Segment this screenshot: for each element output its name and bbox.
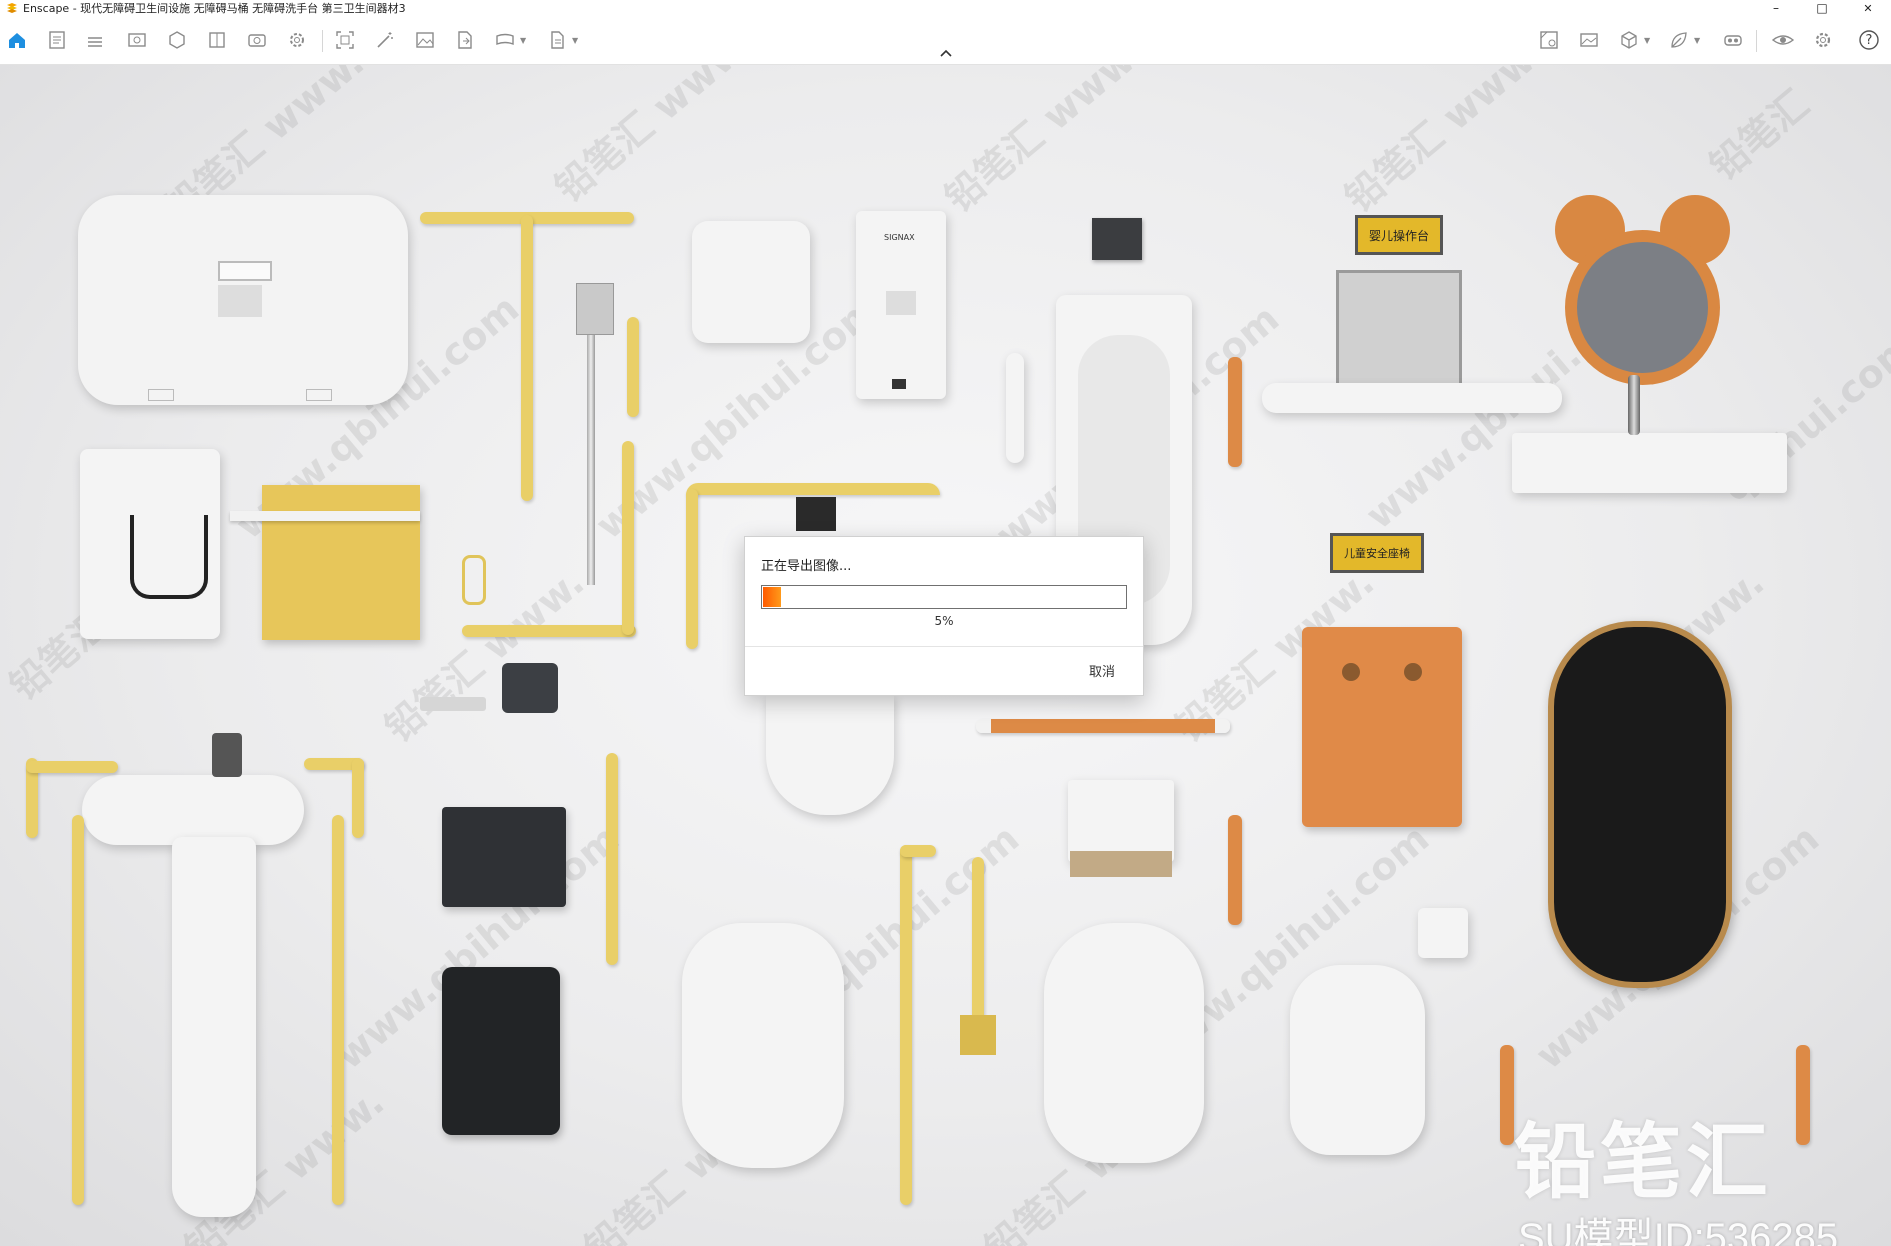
- mickey-mirror: [1555, 195, 1730, 410]
- screenshot-icon[interactable]: [334, 29, 356, 51]
- grab-bar-2-top: [900, 845, 936, 857]
- sensor-panel: [1092, 218, 1142, 260]
- l-grab-bar-side: [622, 441, 634, 635]
- map-icon[interactable]: [1538, 29, 1560, 51]
- eye-view-icon[interactable]: [126, 29, 148, 51]
- maximize-button[interactable]: □: [1799, 0, 1845, 16]
- chevron-down-icon[interactable]: ▼: [1694, 36, 1700, 45]
- progress-bar: [761, 585, 1127, 609]
- hand-dryer-signax: SIGNAX: [856, 211, 946, 399]
- visibility-icon[interactable]: [1772, 29, 1794, 51]
- grab-bar-orange-vertical: [1228, 815, 1242, 925]
- progress-percent: 5%: [934, 614, 954, 628]
- toilet-paper-box: [1068, 780, 1174, 862]
- leaf-icon[interactable]: [1668, 29, 1690, 51]
- toilet-3: [1290, 965, 1425, 1155]
- paper-towel-dispenser: [442, 807, 566, 907]
- collapse-toolbar-chevron-icon[interactable]: [936, 48, 956, 62]
- sink-faucet: [212, 733, 242, 777]
- model-id-label: SU模型ID:536285: [1518, 1216, 1839, 1246]
- grab-bar-short: [627, 317, 639, 417]
- shower-head: [576, 283, 614, 335]
- grab-bar-orange-bottom-left: [1500, 1045, 1514, 1145]
- child-safety-seat: [1302, 627, 1462, 827]
- help-icon[interactable]: ?: [1858, 29, 1880, 51]
- chevron-down-icon[interactable]: ▼: [572, 36, 578, 45]
- export-file-icon[interactable]: [454, 29, 476, 51]
- render-wand-icon[interactable]: [374, 29, 396, 51]
- vertical-grab-bar-2: [900, 845, 912, 1205]
- gear-icon[interactable]: [1812, 29, 1834, 51]
- baby-station-tray: [1262, 383, 1562, 413]
- fold-bar-mount: [960, 1015, 996, 1055]
- faucet: [1628, 375, 1640, 435]
- camera-views-icon[interactable]: [246, 29, 268, 51]
- seat-bracket: [230, 511, 420, 521]
- chevron-down-icon[interactable]: ▼: [1644, 36, 1650, 45]
- bim-icon[interactable]: [84, 29, 106, 51]
- soap-dish: [420, 697, 486, 711]
- baby-changing-station: [78, 195, 408, 405]
- sink-rail-left-leg: [72, 815, 84, 1205]
- settings-gear-icon[interactable]: [286, 29, 308, 51]
- seat-strap: [130, 515, 208, 599]
- minimize-button[interactable]: –: [1753, 0, 1799, 16]
- sign-child-seat: 儿童安全座椅: [1330, 533, 1424, 573]
- brand-watermark: 铅笔汇: [1514, 1115, 1773, 1210]
- sign-baby-station: 婴儿操作台: [1355, 215, 1443, 255]
- image-gallery-icon[interactable]: [1578, 29, 1600, 51]
- vr-headset-icon[interactable]: [1722, 29, 1744, 51]
- toilet-2: [1044, 923, 1204, 1163]
- folding-seat-yellow: [262, 485, 420, 640]
- export-dropdown-icon[interactable]: [546, 29, 568, 51]
- cube-icon[interactable]: [1618, 29, 1640, 51]
- toilet-paper-box-slot: [1070, 851, 1172, 877]
- progress-fill: [763, 587, 781, 607]
- panorama-icon[interactable]: [494, 29, 516, 51]
- wall-switch: [1418, 908, 1468, 958]
- hook: [462, 555, 486, 605]
- home-icon[interactable]: [6, 29, 28, 51]
- sink-rail-right-leg: [332, 815, 344, 1205]
- pedestal-sink: [82, 775, 304, 845]
- dialog-title: 正在导出图像...: [761, 559, 852, 574]
- wall-sink: [1512, 433, 1787, 493]
- flush-panel: [796, 497, 836, 531]
- help-label: ?: [1865, 32, 1873, 48]
- dialog-divider: [745, 646, 1143, 647]
- sink-pedestal: [172, 837, 256, 1217]
- document-icon[interactable]: [46, 29, 68, 51]
- wall-hung-toilet: [766, 695, 894, 815]
- grab-bar-vertical: [521, 215, 533, 501]
- baby-seat-shelf: [1336, 270, 1462, 386]
- shower-rod: [587, 335, 595, 585]
- sink-rail-left-top: [26, 761, 118, 773]
- chevron-down-icon[interactable]: ▼: [520, 36, 526, 45]
- oval-mirror: [1548, 621, 1732, 988]
- l-grab-bar-bottom: [462, 625, 636, 637]
- asset-library-icon[interactable]: [166, 29, 188, 51]
- image-icon[interactable]: [414, 29, 436, 51]
- grab-bar-orange-long: [976, 719, 1230, 733]
- title-bar: Enscape - 现代无障碍卫生间设施 无障碍马桶 无障碍洗手台 第三卫生间器…: [0, 0, 1891, 16]
- window-title: Enscape - 现代无障碍卫生间设施 无障碍马桶 无障碍洗手台 第三卫生间器…: [23, 2, 406, 15]
- swing-grab-bar-left: [686, 489, 698, 649]
- close-button[interactable]: ✕: [1845, 0, 1891, 16]
- fold-grab-bar: [972, 857, 984, 1037]
- vertical-grab-bar-1: [606, 753, 618, 965]
- swing-grab-bar-top: [686, 483, 940, 495]
- enscape-logo-icon: [7, 3, 17, 13]
- hand-dryer: [692, 221, 810, 343]
- book-icon[interactable]: [206, 29, 228, 51]
- export-progress-dialog: 正在导出图像... 5% 取消: [744, 536, 1144, 696]
- toilet-1: [682, 923, 844, 1168]
- grab-bar-orange-bottom-right: [1796, 1045, 1810, 1145]
- sink-rail-right: [352, 758, 364, 838]
- device-brand: SIGNAX: [884, 233, 915, 242]
- cancel-button[interactable]: 取消: [1089, 661, 1115, 680]
- urinal-handle: [1006, 353, 1024, 463]
- trash-bin: [442, 967, 560, 1135]
- toilet-paper-holder: [502, 663, 558, 713]
- grab-bar-orange-short: [1228, 357, 1242, 467]
